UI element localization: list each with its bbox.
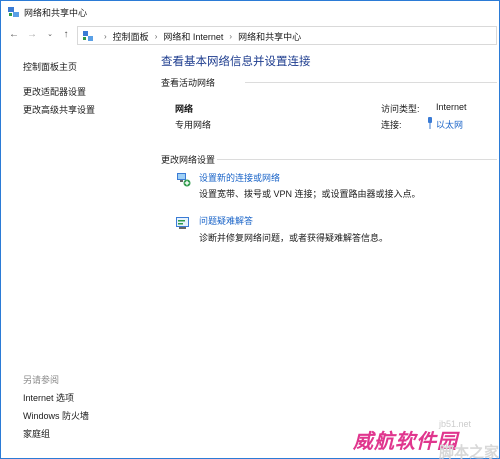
- change-settings-header: 更改网络设置: [161, 155, 216, 165]
- breadcrumb-network-center[interactable]: 网络和共享中心: [238, 30, 301, 43]
- network-type-link[interactable]: 专用网络: [175, 118, 211, 131]
- network-center-icon: [8, 7, 19, 17]
- address-bar: ← → ⌄ ↑ › 控制面板 › 网络和 Internet › 网络和共享中心: [1, 25, 499, 47]
- see-also-internet-options[interactable]: Internet 选项: [23, 391, 74, 404]
- network-center-icon: [83, 31, 93, 41]
- breadcrumb-separator: ›: [104, 32, 107, 41]
- ethernet-icon: [428, 117, 432, 129]
- troubleshoot-icon: [176, 217, 189, 229]
- access-type-label: 访问类型:: [381, 104, 420, 114]
- connection-ethernet-link[interactable]: 以太网: [436, 118, 463, 131]
- forward-button[interactable]: →: [25, 28, 39, 42]
- breadcrumb-separator: ›: [154, 32, 158, 41]
- troubleshoot-desc: 诊断并修复网络问题，或者获得疑难解答信息。: [199, 233, 389, 243]
- breadcrumb-control-panel[interactable]: 控制面板: [113, 30, 149, 43]
- breadcrumb-network-internet[interactable]: 网络和 Internet: [163, 30, 223, 43]
- sidebar-item-advanced-sharing[interactable]: 更改高级共享设置: [23, 104, 95, 116]
- see-also-homegroup[interactable]: 家庭组: [23, 427, 50, 440]
- breadcrumb-separator: ›: [229, 32, 233, 41]
- window: 网络和共享中心 ← → ⌄ ↑ › 控制面板 › 网络和 Internet › …: [0, 0, 500, 459]
- window-title: 网络和共享中心: [24, 8, 88, 18]
- watermark: 威航软件园 jb51.net 脚本之家: [351, 419, 500, 459]
- recent-locations-dropdown[interactable]: ⌄: [43, 28, 57, 42]
- see-also-firewall[interactable]: Windows 防火墙: [23, 409, 89, 422]
- divider: [217, 159, 497, 160]
- access-type-value: Internet: [436, 102, 467, 112]
- titlebar: 网络和共享中心: [1, 1, 499, 23]
- up-button[interactable]: ↑: [59, 28, 73, 42]
- watermark-url: jb51.net: [439, 419, 472, 429]
- connection-label: 连接:: [381, 120, 402, 130]
- troubleshoot-link[interactable]: 问题疑难解答: [199, 214, 253, 227]
- sidebar-item-adapter-settings[interactable]: 更改适配器设置: [23, 86, 86, 98]
- back-button[interactable]: ←: [7, 28, 21, 42]
- sidebar-item-control-panel-home[interactable]: 控制面板主页: [23, 61, 77, 73]
- setup-connection-link[interactable]: 设置新的连接或网络: [199, 171, 280, 184]
- divider: [245, 82, 497, 83]
- see-also-title: 另请参阅: [23, 375, 60, 385]
- network-name: 网络: [175, 104, 194, 114]
- active-networks-header: 查看活动网络: [161, 78, 216, 88]
- breadcrumb: › 控制面板 › 网络和 Internet › 网络和共享中心: [98, 30, 301, 43]
- watermark-sub-text: 脚本之家: [439, 444, 500, 459]
- page-title: 查看基本网络信息并设置连接: [161, 56, 311, 68]
- address-input[interactable]: › 控制面板 › 网络和 Internet › 网络和共享中心: [77, 26, 497, 45]
- new-connection-icon: [177, 173, 191, 187]
- setup-connection-desc: 设置宽带、拨号或 VPN 连接；或设置路由器或接入点。: [199, 189, 421, 199]
